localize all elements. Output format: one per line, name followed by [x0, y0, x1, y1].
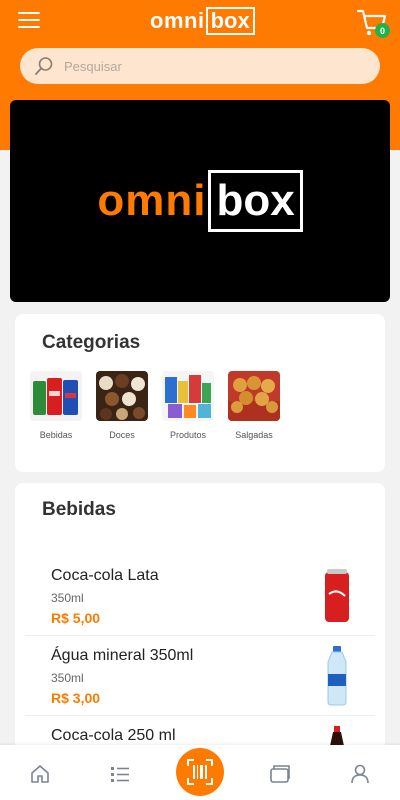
categories-list: Bebidas Doces Produtos Salgadas [30, 371, 280, 440]
wallet-icon[interactable] [269, 763, 291, 785]
beverages-title: Bebidas [42, 499, 116, 520]
category-item-doces[interactable]: Doces [96, 371, 148, 440]
menu-icon[interactable] [18, 12, 40, 30]
promo-banner[interactable]: omni box [10, 100, 390, 302]
home-icon[interactable] [29, 763, 51, 785]
banner-logo-omni: omni [97, 176, 207, 225]
categories-card: Categorias Bebidas Doces Produtos Salgad… [15, 314, 385, 472]
category-label: Doces [109, 430, 135, 440]
bottom-tab-bar [0, 745, 400, 800]
product-price: R$ 3,00 [51, 690, 101, 706]
search-input[interactable] [64, 58, 344, 74]
product-volume: 350ml [51, 671, 84, 685]
product-name: Coca-cola Lata [51, 567, 159, 584]
category-label: Salgadas [235, 430, 273, 440]
search-bar[interactable] [20, 48, 380, 84]
category-item-bebidas[interactable]: Bebidas [30, 371, 82, 440]
category-item-salgadas[interactable]: Salgadas [228, 371, 280, 440]
water-bottle-image [327, 646, 347, 706]
grocery-products-image [162, 371, 214, 421]
snacks-image [228, 371, 280, 421]
category-label: Bebidas [39, 430, 73, 440]
search-icon [35, 57, 53, 75]
product-name: Água mineral 350ml [51, 647, 194, 664]
chocolates-image [96, 371, 148, 421]
product-price: R$ 5,00 [51, 610, 101, 626]
brand-logo-box: box [205, 7, 255, 35]
scan-button[interactable] [176, 748, 224, 796]
list-icon[interactable] [109, 763, 131, 785]
brand-logo-omni: omni [150, 8, 205, 33]
barcode-scan-icon [187, 759, 213, 785]
user-icon[interactable] [349, 763, 371, 785]
categories-title: Categorias [42, 332, 141, 353]
category-item-produtos[interactable]: Produtos [162, 371, 214, 440]
product-item[interactable]: Coca-cola Lata 350ml R$ 5,00 [25, 556, 375, 636]
beverages-card: Bebidas Coca-cola Lata 350ml R$ 5,00 Águ… [15, 483, 385, 784]
product-name: Coca-cola 250 ml [51, 727, 176, 744]
banner-logo-box: box [208, 170, 303, 232]
category-label: Produtos [169, 430, 207, 440]
product-item[interactable]: Água mineral 350ml 350ml R$ 3,00 [25, 636, 375, 716]
product-volume: 350ml [51, 591, 84, 605]
coca-cola-can-image [325, 569, 349, 622]
soda-cans-image [30, 371, 82, 421]
cart-count-badge: 0 [375, 23, 390, 38]
brand-logo: omni box [150, 6, 255, 36]
